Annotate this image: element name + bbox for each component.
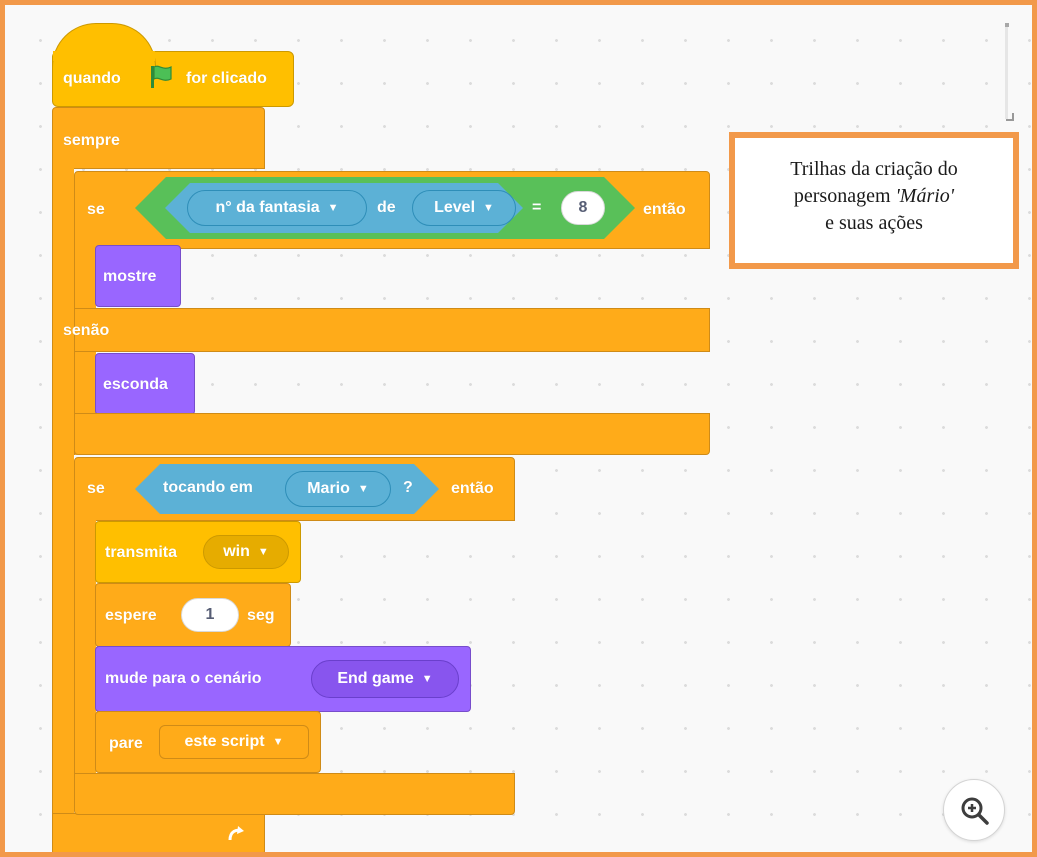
equals-sign: = bbox=[532, 199, 542, 216]
scripts-workspace[interactable]: quando for clicado sempre se n° da fanta… bbox=[0, 0, 1037, 857]
if-label-2: se bbox=[87, 480, 105, 497]
note-line-3: e suas ações bbox=[825, 212, 923, 234]
loop-arrow-icon bbox=[225, 823, 247, 845]
hide-label: esconda bbox=[103, 376, 168, 393]
note-line-1: Trilhas da criação do bbox=[790, 158, 958, 180]
hat-cap-fill bbox=[53, 51, 155, 61]
wait-seconds-input[interactable]: 1 bbox=[181, 598, 239, 632]
touch-target-dropdown[interactable]: Mario ▼ bbox=[285, 471, 391, 507]
dropdown-arrow-icon: ▼ bbox=[272, 736, 284, 748]
dropdown-arrow-icon: ▼ bbox=[357, 483, 369, 495]
note-line-2: personagem 'Mário' bbox=[793, 185, 955, 207]
touching-label: tocando em bbox=[163, 479, 253, 496]
if-label: se bbox=[87, 201, 105, 218]
wait-label: espere bbox=[105, 607, 157, 624]
switch-backdrop-label: mude para o cenário bbox=[105, 670, 262, 687]
seconds-label: seg bbox=[247, 607, 275, 624]
green-flag-icon[interactable] bbox=[146, 63, 174, 91]
broadcast-message-dropdown[interactable]: win ▼ bbox=[203, 535, 289, 569]
broadcast-label: transmita bbox=[105, 544, 178, 561]
if-spine bbox=[74, 519, 96, 775]
sprite-dropdown-level[interactable]: Level ▼ bbox=[412, 190, 516, 226]
if-else-bottom bbox=[74, 413, 710, 455]
if-bottom bbox=[74, 773, 515, 815]
forever-label: sempre bbox=[63, 132, 120, 149]
question-mark: ? bbox=[403, 479, 413, 496]
else-bar bbox=[74, 308, 710, 352]
zoom-in-button[interactable] bbox=[943, 779, 1005, 841]
stop-option-dropdown[interactable]: este script ▼ bbox=[159, 725, 309, 759]
forever-spine bbox=[52, 165, 74, 815]
backdrop-dropdown[interactable]: End game ▼ bbox=[311, 660, 459, 698]
dropdown-arrow-icon: ▼ bbox=[257, 546, 269, 558]
stop-label: pare bbox=[109, 735, 143, 752]
then-label: então bbox=[643, 201, 686, 218]
annotation-note: Trilhas da criação do personagem 'Mário'… bbox=[729, 132, 1019, 269]
character-name: 'Mário' bbox=[895, 185, 955, 207]
else-label: senão bbox=[63, 322, 110, 339]
equals-value-input[interactable]: 8 bbox=[561, 191, 605, 225]
costume-number-dropdown[interactable]: n° da fantasia ▼ bbox=[187, 190, 367, 226]
zoom-in-icon bbox=[958, 794, 992, 828]
dropdown-arrow-icon: ▼ bbox=[421, 673, 433, 685]
dropdown-arrow-icon: ▼ bbox=[483, 202, 494, 214]
hat-label-for-clicado: for clicado bbox=[186, 70, 267, 87]
of-label: de bbox=[377, 199, 396, 216]
hat-label-quando: quando bbox=[63, 70, 121, 87]
show-label: mostre bbox=[103, 268, 157, 285]
then-label-2: então bbox=[451, 480, 494, 497]
dropdown-arrow-icon: ▼ bbox=[327, 202, 339, 214]
